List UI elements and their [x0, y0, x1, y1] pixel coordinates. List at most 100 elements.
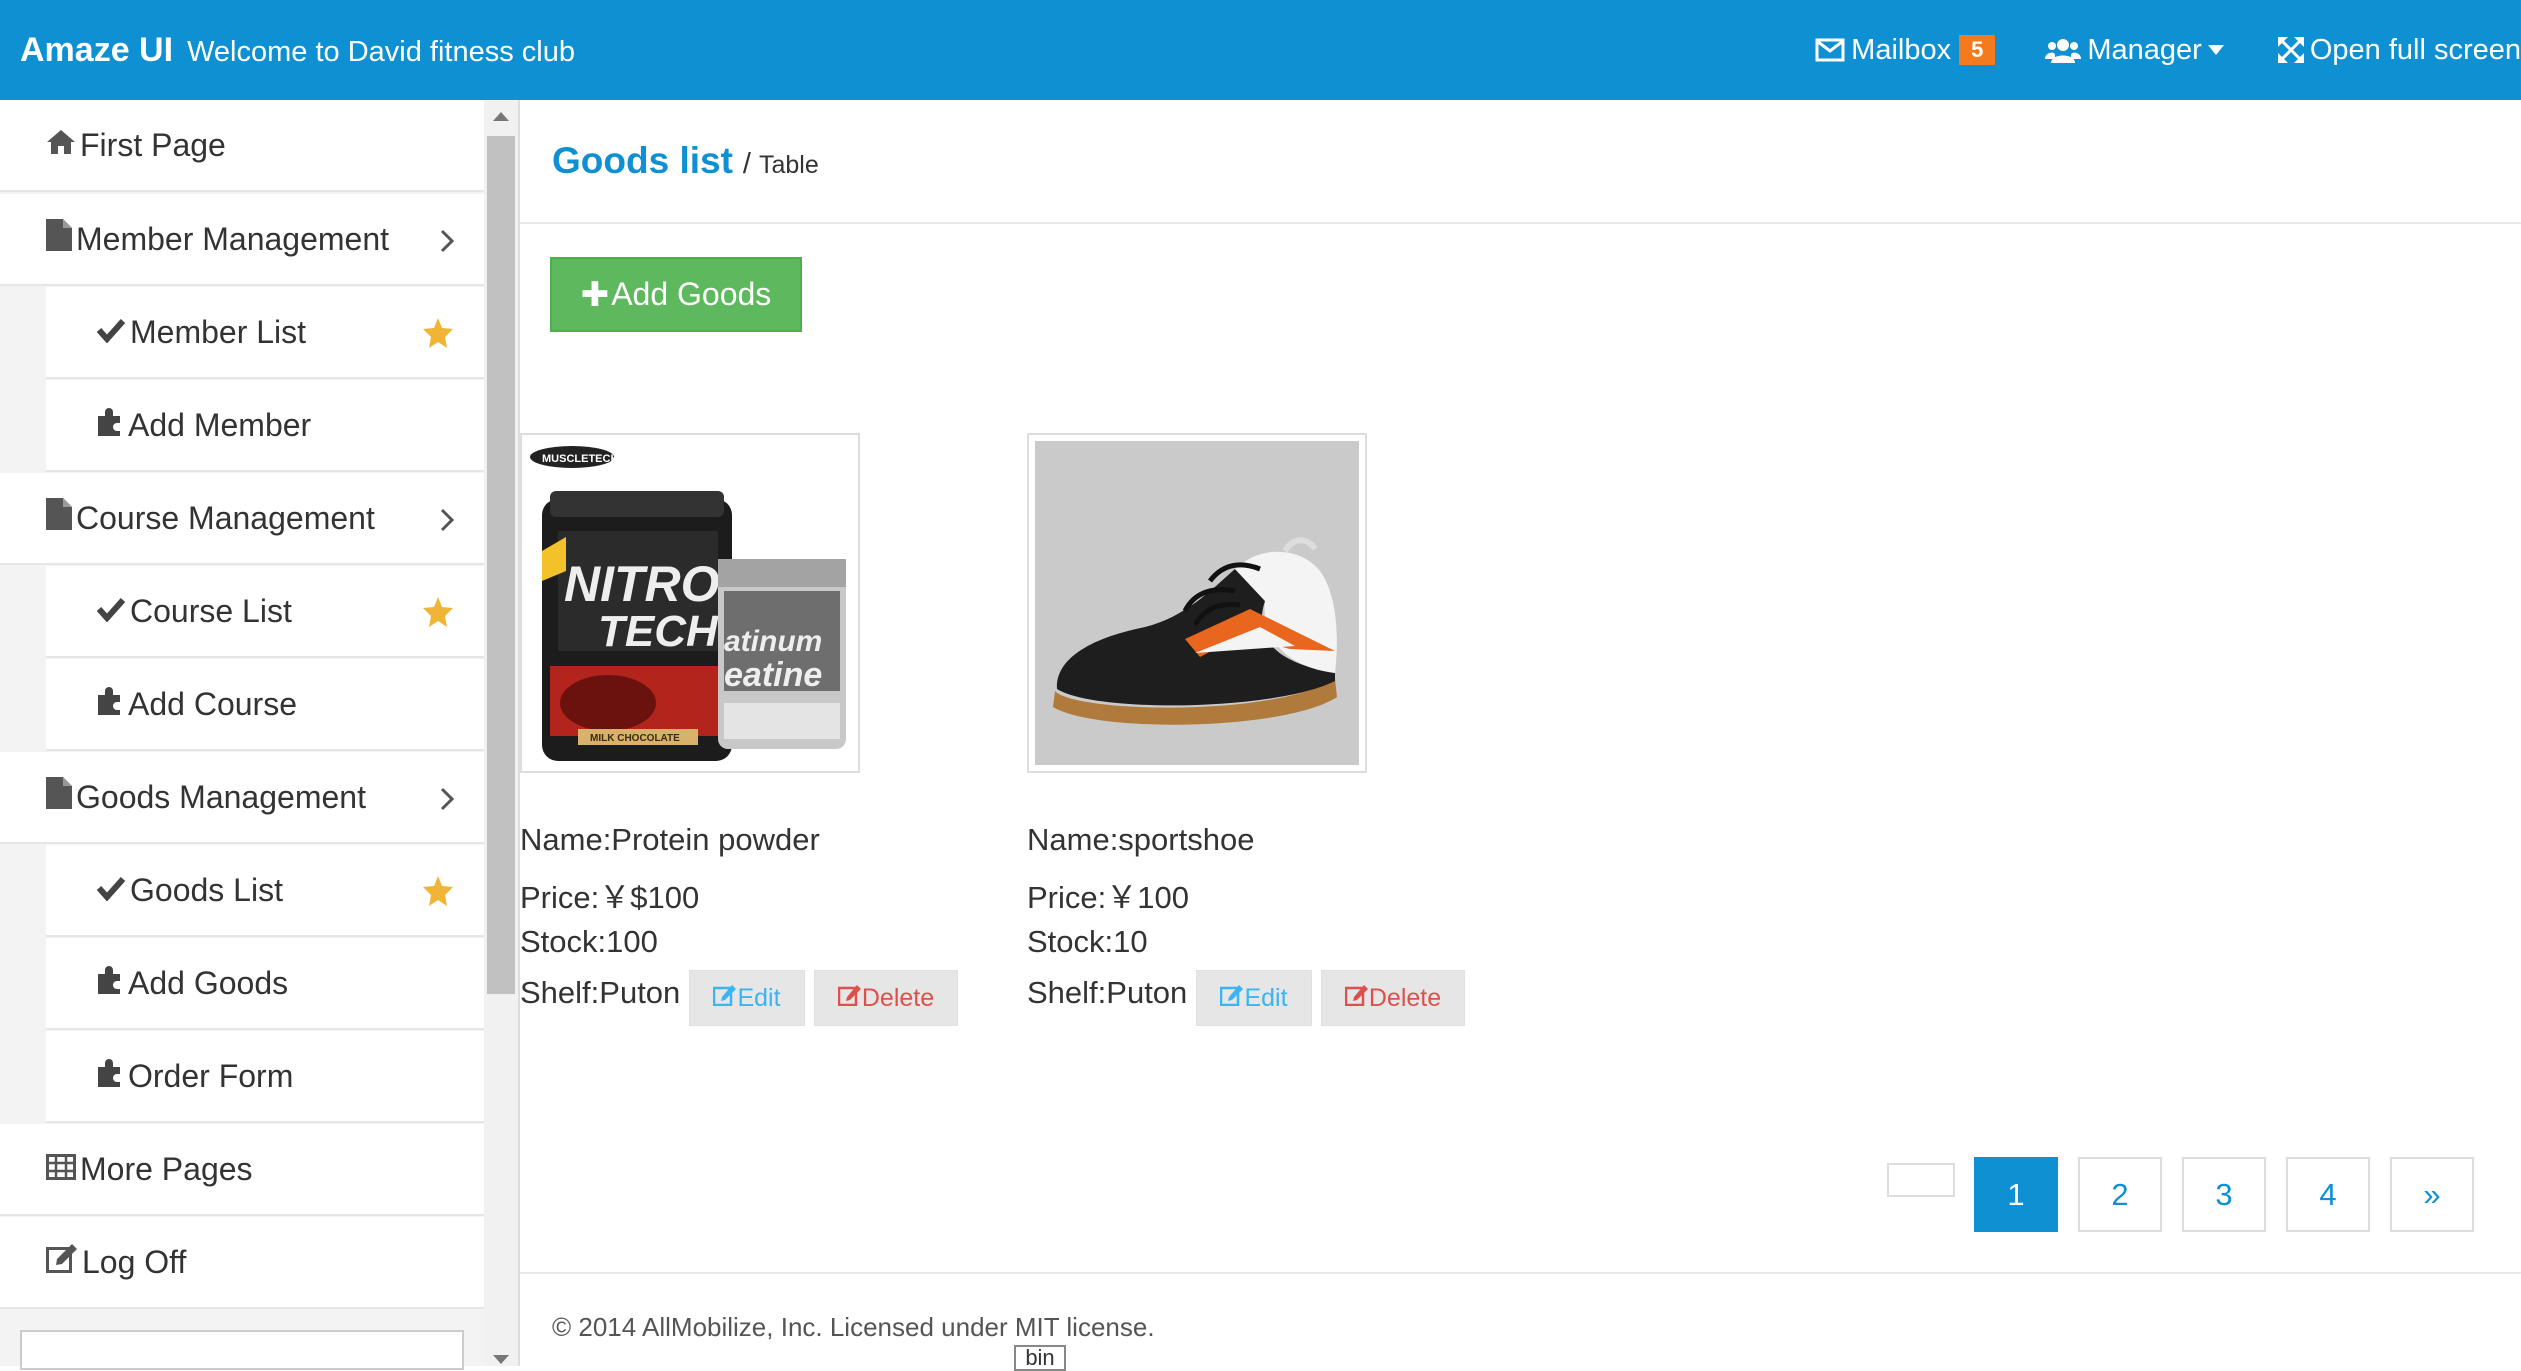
table-icon	[46, 1151, 76, 1188]
sidebar-item-label: Member Management	[76, 220, 390, 257]
product-image-protein-powder[interactable]: MUSCLETECH NITRO TECH MILK CHOCOLATE ati…	[520, 433, 860, 773]
sidebar-item-goods-list[interactable]: Goods List	[46, 845, 484, 937]
file-icon	[46, 777, 72, 817]
brand-name[interactable]: Amaze UI	[20, 31, 173, 70]
caret-down-icon	[2207, 45, 2224, 55]
sidebar-item-label: Add Course	[128, 685, 297, 722]
chevron-right-icon	[440, 782, 455, 819]
sidebar-item-first-page[interactable]: First Page	[0, 100, 484, 192]
sidebar-item-label: Goods List	[130, 871, 283, 908]
svg-text:eatine: eatine	[724, 656, 822, 694]
sidebar-item-label: Course Management	[76, 499, 375, 536]
brand[interactable]: Amaze UI Welcome to David fitness club	[20, 31, 575, 70]
product-stock: Stock:100	[520, 924, 658, 959]
users-icon	[2045, 37, 2082, 63]
breadcrumb: Goods list / Table	[552, 140, 819, 182]
page-1[interactable]: 1	[1974, 1157, 2058, 1232]
edit-label: Edit	[1244, 983, 1288, 1012]
chevron-right-icon	[440, 503, 455, 540]
edit-icon	[46, 1243, 78, 1281]
delete-label: Delete	[1368, 983, 1442, 1012]
product-shelf: Shelf:Puton	[520, 975, 681, 1010]
sidebar-item-course-list[interactable]: Course List	[46, 566, 484, 658]
sidebar-item-label: Course List	[130, 592, 292, 629]
sportshoe-image	[1035, 441, 1359, 765]
pagination-next[interactable]: »	[2390, 1157, 2474, 1232]
fullscreen-label: Open full screen	[2309, 33, 2521, 66]
check-icon	[96, 314, 126, 351]
envelope-icon	[1815, 38, 1845, 62]
manager-dropdown[interactable]: Manager	[2045, 34, 2229, 67]
divider	[520, 1272, 2521, 1274]
page-title: Goods list	[552, 140, 733, 181]
sidebar-item-member-list[interactable]: Member List	[46, 287, 484, 379]
breadcrumb-subtitle: Table	[758, 151, 819, 179]
check-icon	[96, 872, 126, 909]
mailbox-count-badge: 5	[1959, 35, 1996, 65]
edit-label: Edit	[737, 983, 781, 1012]
scroll-up-arrow-icon[interactable]	[493, 112, 509, 121]
star-icon	[422, 596, 454, 636]
sidebar-item-order-form[interactable]: Order Form	[46, 1031, 484, 1123]
edit-icon	[713, 984, 737, 1013]
chevron-right-icon	[440, 224, 455, 261]
home-icon	[46, 127, 76, 164]
footer-copyright: © 2014 AllMobilize, Inc. Licensed under …	[552, 1312, 1155, 1342]
sidebar-scrollbar-thumb[interactable]	[487, 136, 515, 994]
sidebar-item-more-pages[interactable]: More Pages	[0, 1124, 484, 1216]
sidebar-item-add-member[interactable]: Add Member	[46, 380, 484, 472]
delete-button[interactable]: Delete	[814, 970, 958, 1026]
file-icon	[46, 498, 72, 538]
breadcrumb-separator: /	[742, 148, 751, 180]
svg-text:MILK CHOCOLATE: MILK CHOCOLATE	[590, 733, 680, 744]
top-navbar: Amaze UI Welcome to David fitness club M…	[0, 0, 2521, 100]
sidebar-search-input[interactable]	[20, 1330, 464, 1370]
divider	[520, 222, 2521, 224]
delete-button[interactable]: Delete	[1321, 970, 1465, 1026]
edit-button[interactable]: Edit	[1196, 970, 1312, 1026]
sidebar-item-goods-management[interactable]: Goods Management	[0, 752, 484, 844]
file-icon	[46, 219, 72, 259]
expand-icon	[2277, 37, 2304, 63]
page-2[interactable]: 2	[2078, 1157, 2162, 1232]
puzzle-icon	[96, 685, 124, 723]
add-goods-label: Add Goods	[611, 276, 772, 312]
sidebar-item-course-management[interactable]: Course Management	[0, 473, 484, 565]
sidebar-item-label: More Pages	[80, 1150, 253, 1187]
sidebar-item-log-off[interactable]: Log Off	[0, 1217, 484, 1309]
edit-button[interactable]: Edit	[689, 970, 805, 1026]
sidebar-item-label: Add Goods	[128, 964, 289, 1001]
bin-tag: bin	[1014, 1345, 1066, 1371]
sidebar-item-label: First Page	[80, 126, 226, 163]
product-price: Price:￥$100	[520, 880, 700, 915]
scroll-down-arrow-icon[interactable]	[493, 1355, 509, 1364]
product-image-sportshoe[interactable]	[1027, 433, 1367, 773]
star-icon	[422, 317, 454, 357]
puzzle-icon	[96, 1057, 124, 1095]
puzzle-icon	[96, 406, 124, 444]
sidebar-item-member-management[interactable]: Member Management	[0, 194, 484, 286]
page-3[interactable]: 3	[2182, 1157, 2266, 1232]
svg-text:MUSCLETECH: MUSCLETECH	[542, 453, 618, 465]
sidebar-item-add-course[interactable]: Add Course	[46, 659, 484, 751]
product-name: Name:sportshoe	[1027, 822, 1255, 857]
edit-icon	[837, 984, 862, 1013]
svg-text:TECH: TECH	[598, 607, 719, 656]
check-icon	[96, 593, 126, 630]
page-4[interactable]: 4	[2286, 1157, 2370, 1232]
edit-icon	[1220, 984, 1244, 1013]
sidebar-item-label: Order Form	[128, 1057, 294, 1094]
manager-label: Manager	[2087, 33, 2202, 66]
sidebar-item-label: Add Member	[128, 406, 312, 443]
fullscreen-link[interactable]: Open full screen	[2277, 33, 2521, 67]
add-goods-button[interactable]: ✚ Add Goods	[550, 257, 802, 332]
sidebar-item-add-goods[interactable]: Add Goods	[46, 938, 484, 1030]
plus-icon: ✚	[580, 275, 610, 314]
sidebar-item-label: Goods Management	[76, 778, 366, 815]
pagination-prev[interactable]	[1887, 1163, 1955, 1197]
sidebar-item-label: Log Off	[82, 1243, 187, 1280]
mailbox-link[interactable]: Mailbox 5	[1815, 34, 1996, 67]
top-right-nav: Mailbox 5 Manager Open full screen	[1765, 0, 2521, 100]
sidebar-item-label: Member List	[130, 313, 307, 350]
product-name: Name:Protein powder	[520, 822, 820, 857]
